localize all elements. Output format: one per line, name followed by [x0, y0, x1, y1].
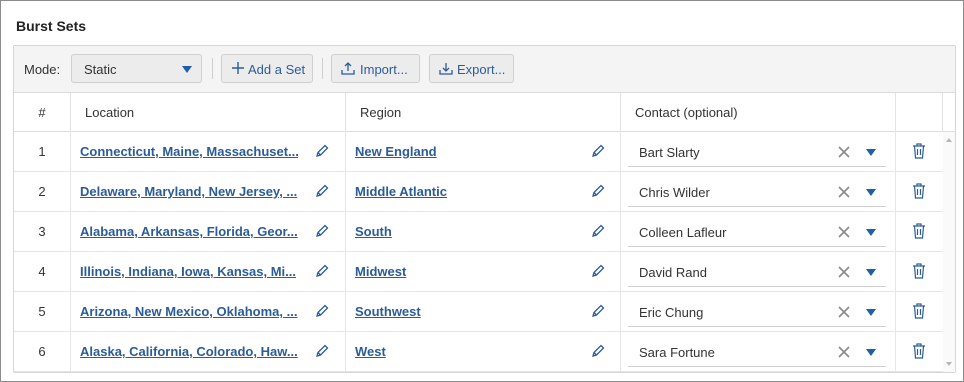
- plus-icon: [232, 62, 244, 74]
- pencil-icon[interactable]: [591, 224, 605, 238]
- contact-select[interactable]: Bart Slarty: [628, 137, 886, 167]
- export-icon: [439, 63, 453, 75]
- trash-icon[interactable]: [912, 343, 926, 359]
- trash-icon[interactable]: [912, 303, 926, 319]
- import-button[interactable]: Import...: [331, 54, 420, 83]
- trash-icon[interactable]: [912, 143, 926, 159]
- region-link[interactable]: South: [355, 224, 575, 239]
- vertical-scrollbar[interactable]: [943, 132, 955, 372]
- contact-value: Chris Wilder: [639, 185, 710, 200]
- location-link[interactable]: Delaware, Maryland, New Jersey, ...: [80, 184, 298, 199]
- add-set-button[interactable]: Add a Set: [221, 54, 313, 83]
- region-link[interactable]: Middle Atlantic: [355, 184, 575, 199]
- chevron-down-icon[interactable]: [866, 149, 876, 156]
- import-label: Import...: [360, 62, 408, 77]
- export-label: Export...: [457, 62, 506, 77]
- region-link[interactable]: New England: [355, 144, 575, 159]
- table-header: # Location Region Contact (optional): [14, 93, 955, 132]
- import-icon: [341, 62, 355, 75]
- pencil-icon[interactable]: [315, 144, 329, 158]
- location-link[interactable]: Connecticut, Maine, Massachuset...: [80, 144, 298, 159]
- table-row: 4 Illinois, Indiana, Iowa, Kansas, Mi...…: [14, 252, 943, 292]
- contact-select[interactable]: David Rand: [628, 257, 886, 287]
- pencil-icon[interactable]: [315, 184, 329, 198]
- trash-icon[interactable]: [912, 223, 926, 239]
- trash-icon[interactable]: [912, 263, 926, 279]
- contact-select[interactable]: Chris Wilder: [628, 177, 886, 207]
- table-row: 5 Arizona, New Mexico, Oklahoma, ... Sou…: [14, 292, 943, 332]
- pencil-icon[interactable]: [591, 264, 605, 278]
- toolbar-divider: [212, 58, 213, 79]
- contact-value: Eric Chung: [639, 305, 704, 320]
- column-header-num: #: [14, 93, 71, 132]
- burst-sets-panel: Mode: Static Add a Set Import... Export.…: [13, 45, 956, 373]
- contact-value: David Rand: [639, 265, 707, 280]
- pencil-icon[interactable]: [591, 304, 605, 318]
- scroll-down-icon[interactable]: [946, 362, 952, 366]
- toolbar: Mode: Static Add a Set Import... Export.…: [14, 46, 955, 93]
- clear-icon[interactable]: [838, 306, 850, 318]
- table-row: 2 Delaware, Maryland, New Jersey, ... Mi…: [14, 172, 943, 212]
- location-link[interactable]: Illinois, Indiana, Iowa, Kansas, Mi...: [80, 264, 298, 279]
- region-link[interactable]: Southwest: [355, 304, 575, 319]
- pencil-icon[interactable]: [315, 224, 329, 238]
- clear-icon[interactable]: [838, 146, 850, 158]
- contact-value: Colleen Lafleur: [639, 225, 727, 240]
- row-number: 6: [38, 344, 46, 359]
- pencil-icon[interactable]: [315, 264, 329, 278]
- burst-sets-window: Burst Sets Mode: Static Add a Set Import…: [0, 0, 964, 382]
- region-link[interactable]: Midwest: [355, 264, 575, 279]
- clear-icon[interactable]: [838, 186, 850, 198]
- row-number: 5: [38, 304, 46, 319]
- table-row: 6 Alaska, California, Colorado, Haw... W…: [14, 332, 943, 372]
- column-header-contact: Contact (optional): [621, 93, 896, 132]
- clear-icon[interactable]: [838, 226, 850, 238]
- contact-select[interactable]: Sara Fortune: [628, 337, 886, 367]
- column-header-location: Location: [71, 93, 346, 132]
- location-link[interactable]: Alabama, Arkansas, Florida, Geor...: [80, 224, 298, 239]
- chevron-down-icon[interactable]: [866, 309, 876, 316]
- clear-icon[interactable]: [838, 346, 850, 358]
- row-number: 1: [38, 144, 46, 159]
- clear-icon[interactable]: [838, 266, 850, 278]
- trash-icon[interactable]: [912, 183, 926, 199]
- scroll-up-icon[interactable]: [946, 138, 952, 142]
- pencil-icon[interactable]: [591, 184, 605, 198]
- toolbar-divider: [322, 58, 323, 79]
- mode-select[interactable]: Static: [71, 54, 202, 83]
- pencil-icon[interactable]: [315, 344, 329, 358]
- chevron-down-icon[interactable]: [866, 349, 876, 356]
- row-number: 4: [38, 264, 46, 279]
- contact-select[interactable]: Colleen Lafleur: [628, 217, 886, 247]
- contact-select[interactable]: Eric Chung: [628, 297, 886, 327]
- page-title: Burst Sets: [16, 18, 87, 34]
- contact-value: Bart Slarty: [639, 145, 700, 160]
- row-number: 3: [38, 224, 46, 239]
- column-header-actions: [896, 93, 943, 132]
- chevron-down-icon: [182, 66, 192, 73]
- chevron-down-icon[interactable]: [866, 269, 876, 276]
- chevron-down-icon[interactable]: [866, 189, 876, 196]
- contact-value: Sara Fortune: [639, 345, 715, 360]
- chevron-down-icon[interactable]: [866, 229, 876, 236]
- table-row: 1 Connecticut, Maine, Massachuset... New…: [14, 132, 943, 172]
- add-set-label: Add a Set: [248, 62, 306, 77]
- location-link[interactable]: Alaska, California, Colorado, Haw...: [80, 344, 298, 359]
- mode-select-value: Static: [84, 62, 117, 77]
- row-number: 2: [38, 184, 46, 199]
- table-row: 3 Alabama, Arkansas, Florida, Geor... So…: [14, 212, 943, 252]
- export-button[interactable]: Export...: [429, 54, 514, 83]
- pencil-icon[interactable]: [591, 144, 605, 158]
- pencil-icon[interactable]: [591, 344, 605, 358]
- column-header-region: Region: [346, 93, 621, 132]
- pencil-icon[interactable]: [315, 304, 329, 318]
- mode-label: Mode:: [24, 62, 61, 77]
- region-link[interactable]: West: [355, 344, 575, 359]
- location-link[interactable]: Arizona, New Mexico, Oklahoma, ...: [80, 304, 298, 319]
